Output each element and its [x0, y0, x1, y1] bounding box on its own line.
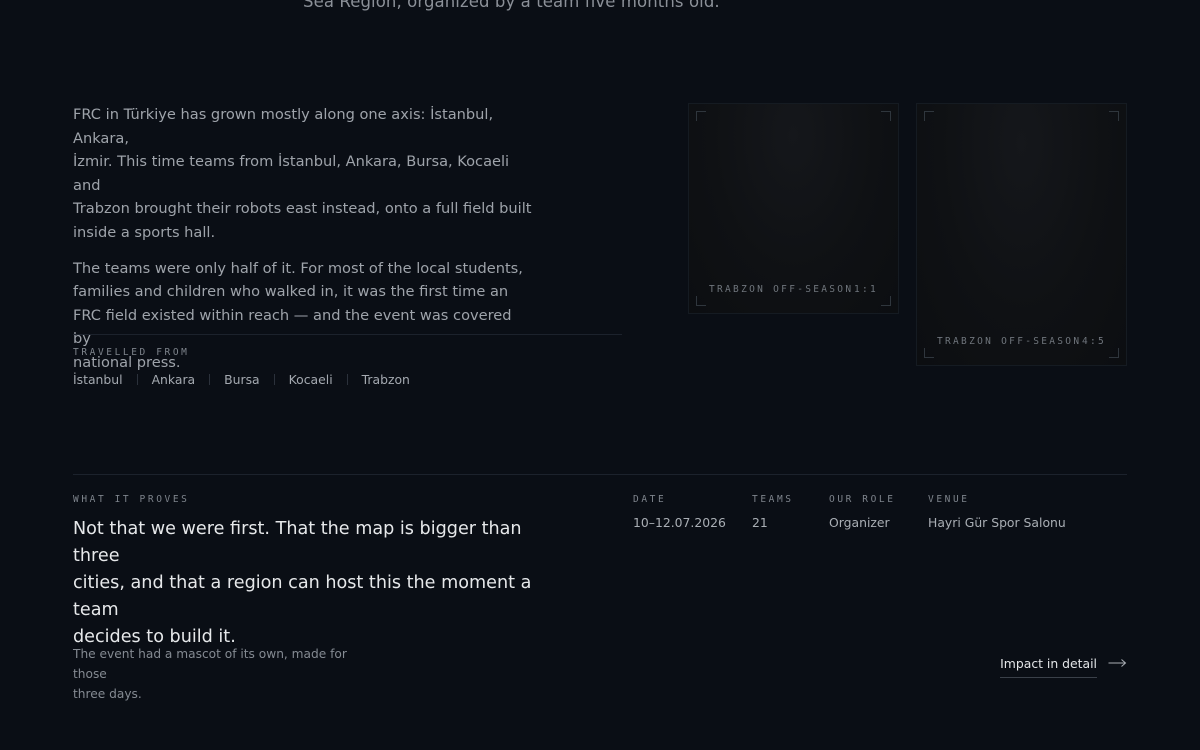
media-caption-title: TRABZON OFF-SEASON [709, 284, 854, 295]
meta-teams: TEAMS 21 [752, 494, 794, 530]
city-separator [273, 374, 275, 385]
section-divider [73, 474, 1127, 475]
intro-lead-tail: Sea Region, organized by a team five mon… [303, 0, 720, 11]
meta-date: DATE 10–12.07.2026 [633, 494, 726, 530]
media-caption-ratio: 1:1 [853, 284, 878, 295]
arrow-right-icon [1108, 659, 1127, 667]
frame-corner-mark [881, 111, 891, 121]
frame-corner-mark [881, 296, 891, 306]
what-it-proves-label: WHAT IT PROVES [73, 494, 190, 505]
meta-venue: VENUE Hayri Gür Spor Salonu [928, 494, 1066, 530]
meta-role: OUR ROLE Organizer [829, 494, 896, 530]
travelled-divider [73, 334, 622, 335]
media-frame-square: TRABZON OFF-SEASON 1:1 [688, 103, 899, 314]
city-bursa: Bursa [224, 372, 260, 387]
frame-corner-mark [1109, 348, 1119, 358]
media-caption: TRABZON OFF-SEASON 1:1 [709, 284, 878, 295]
story-body: FRC in Türkiye has grown mostly along on… [73, 103, 533, 387]
city-separator [136, 374, 138, 385]
city-separator [346, 374, 348, 385]
mascot-footnote: The event had a mascot of its own, made … [73, 647, 347, 701]
meta-venue-label: VENUE [928, 494, 970, 505]
media-caption-title: TRABZON OFF-SEASON [937, 336, 1082, 347]
city-separator [209, 374, 211, 385]
travelled-from-label: TRAVELLED FROM [73, 347, 190, 358]
frame-corner-mark [1109, 111, 1119, 121]
media-caption-ratio: 4:5 [1081, 336, 1106, 347]
meta-date-value: 10–12.07.2026 [633, 515, 726, 530]
story-paragraph-1: FRC in Türkiye has grown mostly along on… [73, 106, 532, 241]
impact-link-label: Impact in detail [1000, 656, 1097, 678]
meta-date-label: DATE [633, 494, 667, 505]
event-page: Sea Region, organized by a team five mon… [0, 0, 1200, 750]
meta-teams-label: TEAMS [752, 494, 794, 505]
city-trabzon: Trabzon [361, 372, 410, 387]
meta-teams-value: 21 [752, 515, 768, 530]
meta-venue-value: Hayri Gür Spor Salonu [928, 515, 1066, 530]
city-ankara: Ankara [151, 372, 196, 387]
what-it-proves-quote: Not that we were first. That the map is … [73, 519, 532, 647]
media-caption: TRABZON OFF-SEASON 4:5 [937, 336, 1106, 347]
frame-corner-mark [696, 296, 706, 306]
frame-corner-mark [924, 111, 934, 121]
media-frame-portrait: TRABZON OFF-SEASON 4:5 [916, 103, 1127, 366]
meta-role-label: OUR ROLE [829, 494, 896, 505]
travelled-city-list: İstanbul Ankara Bursa Kocaeli Trabzon [73, 372, 410, 387]
city-kocaeli: Kocaeli [288, 372, 333, 387]
city-istanbul: İstanbul [73, 372, 123, 387]
meta-role-value: Organizer [829, 515, 890, 530]
frame-corner-mark [696, 111, 706, 121]
impact-in-detail-link[interactable]: Impact in detail [1000, 656, 1127, 678]
frame-corner-mark [924, 348, 934, 358]
